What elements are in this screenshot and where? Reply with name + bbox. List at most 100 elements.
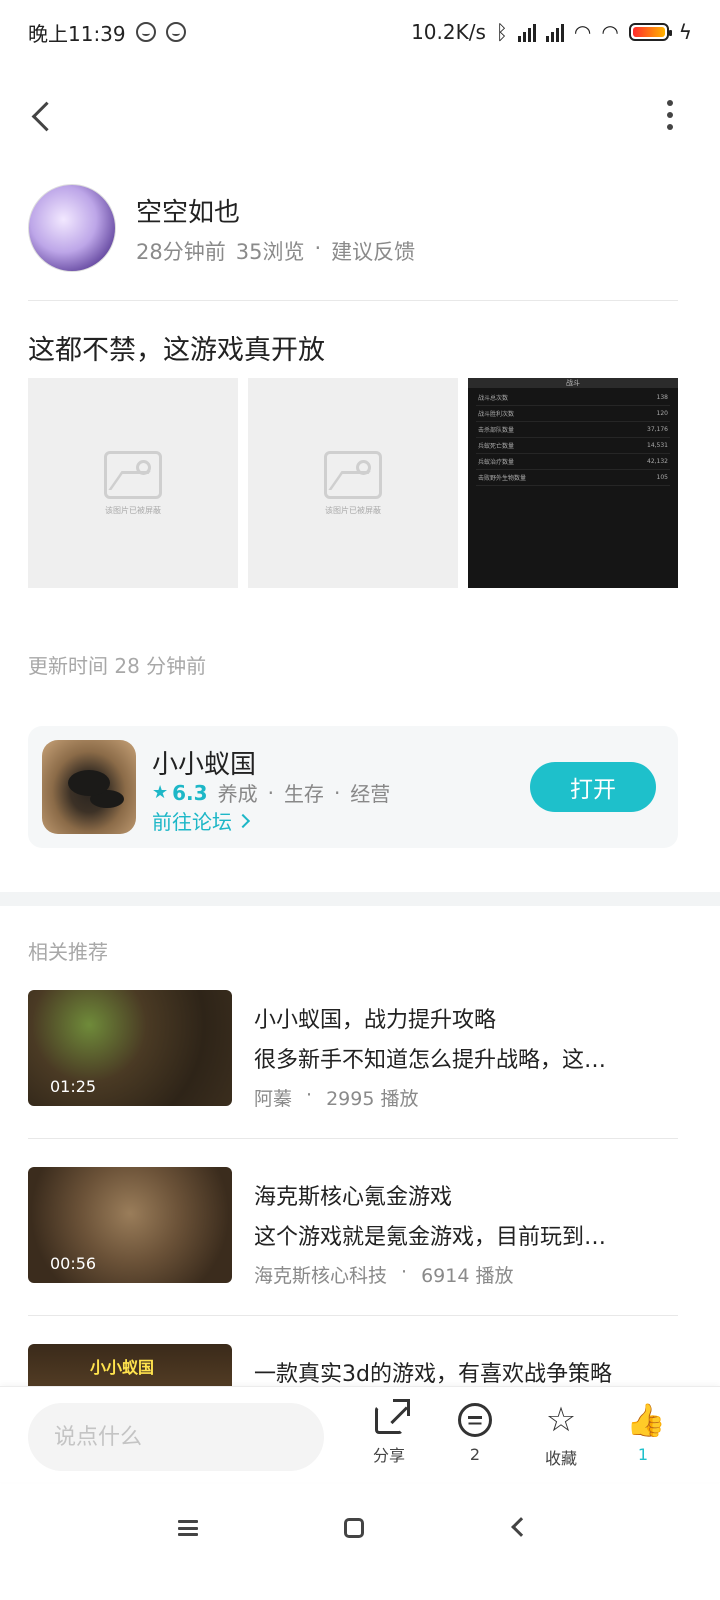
net-speed: 10.2K/s (411, 20, 486, 44)
blocked-image-text: 该图片已被屏蔽 (325, 505, 381, 515)
post-images: 该图片已被屏蔽 该图片已被屏蔽 战斗 战斗总次数 138 战斗胜利次数 120 击杀… (28, 378, 678, 588)
post-time: 28分钟前 (136, 240, 226, 264)
chevron-right-icon (235, 813, 251, 828)
blocked-image[interactable]: 该图片已被屏蔽 (28, 378, 238, 588)
share-icon (375, 1399, 410, 1434)
game-card[interactable]: 小小蚁国 ★ 6.3 养成 · 生存 · 经营 前往论坛 打开 (28, 726, 678, 848)
section-separator (0, 892, 720, 906)
post-title: 这都不禁，这游戏真开放 (28, 335, 325, 366)
notification-icon-2 (165, 22, 186, 42)
star-outline-icon: ☆ (545, 1400, 577, 1440)
divider (28, 1315, 678, 1316)
wifi-icon: ◠ (573, 20, 592, 44)
home-icon[interactable] (344, 1518, 364, 1538)
like-button[interactable]: 👍 1 (608, 1403, 678, 1473)
game-tag: 生存 (283, 782, 324, 806)
post-views: 35浏览 (235, 240, 305, 264)
related-item-author: 海克斯核心科技 (254, 1265, 388, 1287)
ant-icon (68, 770, 110, 796)
comment-count: 2 (469, 1445, 481, 1464)
comment-input[interactable] (28, 1403, 324, 1471)
related-item-desc: 很多新手不知道怎么提升战略，这… (254, 1048, 607, 1073)
charging-icon: ϟ (678, 20, 692, 44)
back-button[interactable] (24, 90, 64, 140)
author-name[interactable]: 空空如也 (136, 192, 240, 229)
video-thumbnail[interactable]: 01:25 (28, 990, 232, 1106)
related-item-title: 一款真实3d的游戏，有喜欢战争策略 (254, 1362, 612, 1386)
signal-icon (517, 22, 536, 42)
wifi-icon-2: ◠ (601, 20, 619, 44)
status-time: 晚上11:39 (28, 21, 126, 46)
top-nav (0, 80, 720, 150)
video-thumbnail[interactable]: 小小蚁国 (28, 1344, 232, 1386)
status-bar: 晚上11:39 10.2K/s ᛒ ◠ ◠ ϟ (0, 0, 720, 64)
stats-row: 击杀部队数量 37,176 (476, 422, 670, 438)
stats-row: 战斗总次数 138 (476, 390, 670, 406)
forum-link[interactable]: 前往论坛 (152, 806, 251, 835)
menu-icon[interactable] (178, 1520, 198, 1536)
video-duration: 01:25 (50, 1077, 97, 1096)
thumbnail-label: 小小蚁国 (90, 1358, 155, 1377)
related-item-plays: 6914 播放 (421, 1265, 514, 1287)
back-nav-icon[interactable] (511, 1517, 531, 1537)
bluetooth-icon: ᛒ (495, 20, 508, 44)
related-item-title: 小小蚁国，战力提升攻略 (254, 1008, 497, 1033)
image-placeholder-icon (324, 450, 382, 499)
post-category[interactable]: 建议反馈 (331, 236, 415, 266)
game-icon[interactable] (42, 740, 136, 834)
tag-dot: · (333, 780, 341, 805)
related-title: 相关推荐 (28, 940, 108, 964)
stats-row: 击败野外生物数量 105 (476, 470, 670, 486)
related-item-title: 海克斯核心氪金游戏 (254, 1185, 453, 1210)
stats-row: 战斗胜利次数 120 (476, 406, 670, 422)
blocked-image[interactable]: 该图片已被屏蔽 (248, 378, 458, 588)
star-icon: ★ (152, 782, 169, 803)
stats-row: 兵蚁死亡数量 14,531 (476, 438, 670, 454)
game-rating: ★ 6.3 (152, 780, 208, 805)
battery-icon (628, 23, 672, 41)
related-item-plays: 2995 播放 (326, 1088, 419, 1110)
author-header: 空空如也 28分钟前 35浏览 · 建议反馈 (28, 184, 678, 276)
system-nav-bar (0, 1484, 720, 1600)
post-meta: 28分钟前 35浏览 · 建议反馈 (136, 236, 415, 266)
related-item-author: 阿蓁 (254, 1088, 293, 1110)
update-time: 更新时间 28 分钟前 (28, 654, 207, 678)
blocked-image-text: 该图片已被屏蔽 (105, 505, 161, 515)
divider (28, 1138, 678, 1139)
related-item[interactable]: 小小蚁国 一款真实3d的游戏，有喜欢战争策略 (28, 1344, 678, 1386)
meta-dot: · (401, 1261, 408, 1283)
game-meta: ★ 6.3 养成 · 生存 · 经营 (152, 778, 390, 807)
like-count: 1 (637, 1445, 649, 1464)
open-game-button[interactable]: 打开 (530, 762, 656, 812)
related-item-meta: 阿蓁 · 2995 播放 (254, 1084, 418, 1111)
related-item[interactable]: 01:25 小小蚁国，战力提升攻略 很多新手不知道怎么提升战略，这… 阿蓁 · … (28, 990, 678, 1140)
game-name: 小小蚁国 (152, 750, 257, 780)
avatar[interactable] (28, 184, 116, 272)
signal-icon-2 (545, 22, 564, 42)
related-item-meta: 海克斯核心科技 · 6914 播放 (254, 1261, 513, 1288)
comment-icon (458, 1403, 492, 1437)
video-thumbnail[interactable]: 00:56 (28, 1167, 232, 1283)
favorite-button[interactable]: ☆ 收藏 (526, 1403, 596, 1473)
favorite-label: 收藏 (544, 1449, 577, 1468)
meta-dot: · (314, 236, 322, 260)
notification-icon (135, 22, 156, 42)
divider (28, 300, 678, 301)
meta-dot: · (306, 1084, 313, 1106)
image-placeholder-icon (104, 450, 162, 499)
comment-button[interactable]: 2 (440, 1403, 510, 1473)
bottom-action-bar: 分享 2 ☆ 收藏 👍 1 (0, 1386, 720, 1482)
stats-screenshot[interactable]: 战斗 战斗总次数 138 战斗胜利次数 120 击杀部队数量 37,176 兵蚁死亡数… (468, 378, 678, 588)
stats-title: 战斗 (468, 378, 678, 388)
stats-row: 兵蚁治疗数量 42,132 (476, 454, 670, 470)
related-item-desc: 这个游戏就是氪金游戏，目前玩到… (254, 1225, 607, 1250)
thumbs-up-icon: 👍 (626, 1401, 666, 1439)
game-tag: 养成 (217, 782, 258, 806)
more-options-button[interactable] (660, 100, 680, 130)
share-button[interactable]: 分享 (354, 1399, 424, 1473)
share-label: 分享 (372, 1446, 405, 1465)
video-duration: 00:56 (50, 1254, 97, 1273)
tag-dot: · (267, 780, 274, 805)
game-tag: 经营 (350, 782, 391, 806)
related-item[interactable]: 00:56 海克斯核心氪金游戏 这个游戏就是氪金游戏，目前玩到… 海克斯核心科技… (28, 1167, 678, 1317)
